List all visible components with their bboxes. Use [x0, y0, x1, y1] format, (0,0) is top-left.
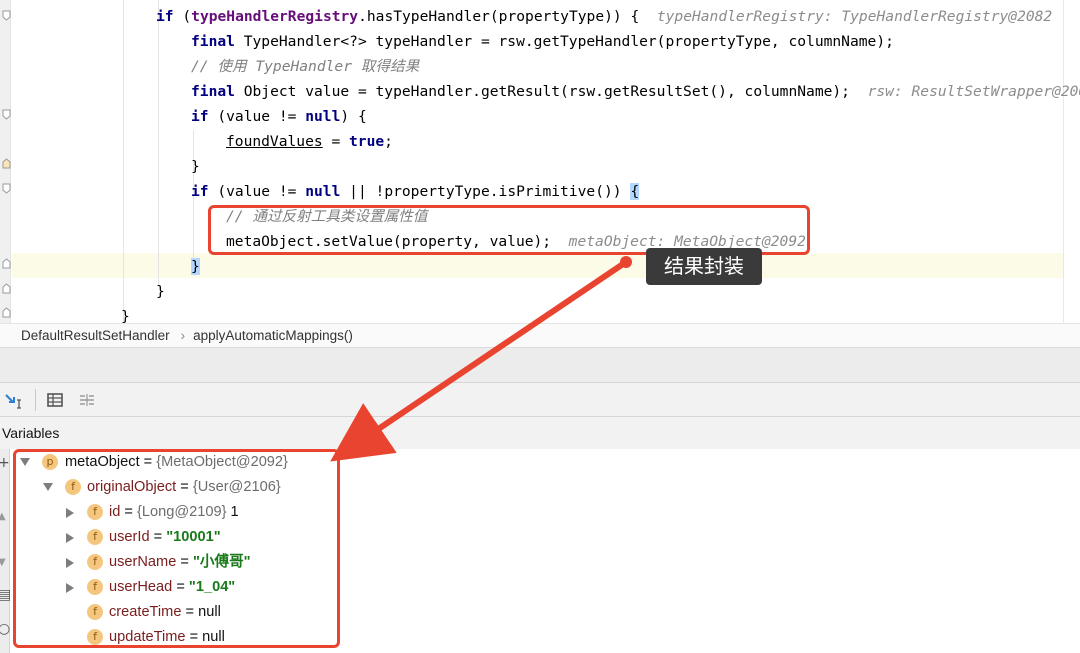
code-line[interactable]: if (value != null) { [191, 104, 367, 129]
current-line-highlight [12, 253, 1063, 278]
step-into-icon[interactable] [4, 391, 22, 409]
fold-marker-icon[interactable] [2, 10, 12, 22]
code-text: ( [173, 8, 192, 25]
toolbar-separator [35, 389, 36, 411]
keyword: null [305, 108, 341, 125]
code-text: .hasTypeHandler(propertyType)) { [358, 8, 640, 25]
code-editor[interactable]: if (typeHandlerRegistry.hasTypeHandler(p… [0, 0, 1080, 323]
inline-debug-value: rsw: ResultSetWrapper@2061 [867, 83, 1080, 100]
watch-icon[interactable]: ○ [0, 621, 10, 637]
indent-guide [158, 0, 159, 285]
fold-marker-icon[interactable] [2, 183, 12, 195]
keyword: final [191, 33, 235, 50]
code-text: = [322, 133, 350, 150]
fold-end-marker-icon[interactable] [2, 158, 12, 170]
code-line[interactable]: foundValues = true; [226, 129, 393, 154]
indent-guide [123, 0, 124, 323]
code-comment[interactable]: // 使用 TypeHandler 取得结果 [191, 54, 419, 79]
code-line[interactable]: } [121, 304, 130, 323]
variables-side-toolbar: + ▲ ▼ ▤ ○ [0, 449, 11, 653]
code-text: } [121, 308, 130, 323]
debug-toolbar [0, 383, 1080, 417]
keyword: final [191, 83, 235, 100]
keyword: true [349, 133, 385, 150]
keyword: if [191, 183, 209, 200]
code-text: || !propertyType.isPrimitive()) [340, 183, 631, 200]
highlight-box-variables [13, 449, 340, 648]
fold-end-marker-icon[interactable] [2, 258, 12, 270]
add-watch-icon[interactable]: + [0, 455, 10, 471]
code-line[interactable]: } [191, 154, 200, 179]
keyword: null [305, 183, 341, 200]
code-text: (value != [208, 183, 306, 200]
layout-icon[interactable] [78, 391, 96, 409]
fold-end-marker-icon[interactable] [2, 307, 12, 319]
breadcrumb: DefaultResultSetHandler › applyAutomaticMa… [0, 323, 1080, 348]
code-text: ; [384, 133, 393, 150]
code-line[interactable]: if (value != null || !propertyType.isPri… [191, 179, 640, 204]
fold-end-marker-icon[interactable] [2, 283, 12, 295]
code-text: } [156, 283, 165, 300]
matched-brace: } [191, 258, 200, 275]
code-text: ) { [340, 108, 367, 125]
right-margin-guide [1063, 0, 1064, 323]
code-text: TypeHandler<?> typeHandler = rsw.getType… [234, 33, 894, 50]
code-text: (value != [208, 108, 306, 125]
code-line[interactable]: final TypeHandler<?> typeHandler = rsw.g… [191, 29, 894, 54]
table-view-icon[interactable] [46, 391, 64, 409]
code-line[interactable]: } [156, 279, 165, 304]
keyword: if [156, 8, 174, 25]
variable-reference: foundValues [226, 133, 323, 150]
breadcrumb-separator: › [180, 328, 186, 343]
fold-marker-icon[interactable] [2, 109, 12, 121]
matched-brace: { [630, 183, 640, 200]
annotation-callout: 结果封装 [646, 248, 762, 285]
comment-text: // 使用 [191, 58, 256, 75]
field-reference: typeHandlerRegistry [191, 8, 359, 25]
move-up-icon[interactable]: ▲ [0, 511, 6, 522]
comment-text: 取得结果 [352, 58, 420, 75]
comment-text: TypeHandler [255, 58, 352, 75]
move-down-icon[interactable]: ▼ [0, 557, 6, 568]
inline-debug-value: typeHandlerRegistry: TypeHandlerRegistry… [656, 8, 1053, 25]
code-line[interactable]: final Object value = typeHandler.getResu… [191, 79, 1080, 104]
code-text: } [191, 158, 200, 175]
code-text: Object value = typeHandler.getResult(rsw… [234, 83, 850, 100]
breadcrumb-item-method[interactable]: applyAutomaticMappings() [193, 328, 353, 343]
debug-tabs-bar [0, 348, 1080, 383]
code-line[interactable]: } [191, 254, 200, 279]
code-line[interactable]: if (typeHandlerRegistry.hasTypeHandler(p… [156, 4, 1052, 29]
breadcrumb-item-class[interactable]: DefaultResultSetHandler [21, 328, 170, 343]
copy-icon[interactable]: ▤ [0, 587, 11, 603]
keyword: if [191, 108, 209, 125]
variables-panel-title: Variables [0, 417, 1080, 449]
